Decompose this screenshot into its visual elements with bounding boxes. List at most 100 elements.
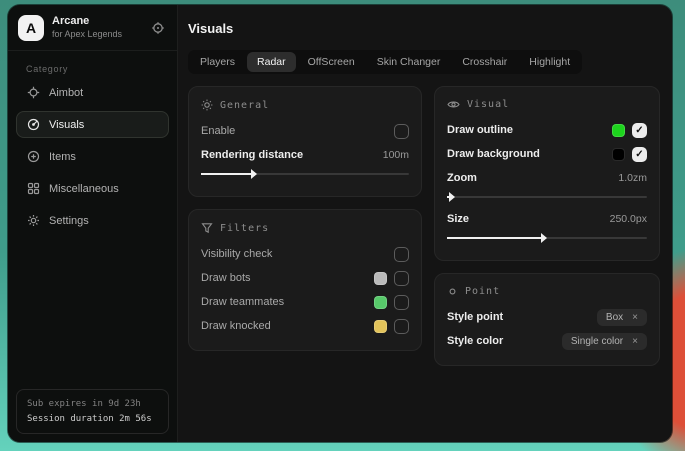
sidebar-item-label: Miscellaneous — [49, 183, 119, 195]
subscription-info-box: Sub expires in 9d 23h Session duration 2… — [16, 389, 169, 434]
zoom-slider[interactable] — [447, 191, 647, 203]
draw-teammates-row: Draw teammates — [201, 290, 409, 314]
general-card: General Enable Rendering distance 100m — [188, 86, 422, 197]
size-value: 250.0px — [610, 213, 647, 225]
point-card: Point Style point Box × Style color Sing… — [434, 273, 660, 366]
left-column: General Enable Rendering distance 100m — [188, 86, 422, 351]
point-card-header: Point — [447, 286, 647, 297]
visibility-check-row: Visibility check — [201, 242, 409, 266]
slider-thumb[interactable] — [447, 237, 541, 239]
draw-outline-checkbox[interactable]: ✓ — [632, 123, 647, 138]
draw-teammates-checkbox[interactable] — [394, 295, 409, 310]
app-subtitle: for Apex Legends — [52, 29, 122, 40]
clear-icon[interactable]: × — [632, 336, 638, 347]
visibility-check-label: Visibility check — [201, 248, 272, 260]
size-label: Size — [447, 213, 469, 225]
filters-card-title: Filters — [220, 223, 269, 234]
enable-checkbox[interactable] — [394, 124, 409, 139]
draw-knocked-row: Draw knocked — [201, 314, 409, 338]
slider-thumb[interactable] — [201, 173, 251, 175]
category-label: Category — [8, 51, 177, 79]
visual-card: Visual Draw outline ✓ Draw background — [434, 86, 660, 261]
rendering-distance-slider[interactable] — [201, 168, 409, 180]
style-point-label: Style point — [447, 311, 503, 323]
general-card-title: General — [220, 100, 269, 111]
sidebar-item-visuals[interactable]: Visuals — [16, 111, 169, 138]
draw-background-row: Draw background ✓ — [447, 142, 647, 166]
style-point-value: Box — [606, 312, 623, 323]
sidebar-item-settings[interactable]: Settings — [16, 207, 169, 234]
target-button[interactable] — [149, 19, 167, 37]
sub-expires-text: Sub expires in 9d 23h — [27, 397, 158, 411]
zoom-value: 1.0zm — [618, 172, 647, 184]
draw-bots-row: Draw bots — [201, 266, 409, 290]
tab-skin-changer[interactable]: Skin Changer — [367, 52, 451, 72]
tab-crosshair[interactable]: Crosshair — [452, 52, 517, 72]
check-icon: ✓ — [635, 149, 643, 160]
sidebar-item-miscellaneous[interactable]: Miscellaneous — [16, 175, 169, 202]
draw-outline-label: Draw outline — [447, 124, 513, 136]
check-icon: ✓ — [635, 125, 643, 136]
visual-card-title: Visual — [467, 99, 509, 110]
draw-knocked-color-swatch[interactable] — [374, 320, 387, 333]
rendering-distance-value: 100m — [383, 149, 409, 161]
draw-bots-color-swatch[interactable] — [374, 272, 387, 285]
crosshair-icon — [27, 86, 40, 99]
visibility-check-checkbox[interactable] — [394, 247, 409, 262]
draw-outline-color-swatch[interactable] — [612, 124, 625, 137]
enable-row: Enable — [201, 119, 409, 143]
sidebar-header: A Arcane for Apex Legends — [8, 5, 177, 51]
rendering-distance-row: Rendering distance 100m — [201, 143, 409, 167]
slider-thumb[interactable] — [447, 196, 449, 198]
slider-track — [447, 196, 647, 198]
tab-radar[interactable]: Radar — [247, 52, 296, 72]
size-row: Size 250.0px — [447, 207, 647, 231]
draw-teammates-label: Draw teammates — [201, 296, 284, 308]
rendering-distance-label: Rendering distance — [201, 149, 303, 161]
package-icon — [27, 150, 40, 163]
app-window: A Arcane for Apex Legends Category — [8, 5, 672, 442]
draw-knocked-label: Draw knocked — [201, 320, 271, 332]
page-title: Visuals — [188, 21, 660, 36]
sidebar-item-label: Visuals — [49, 119, 84, 131]
sidebar-nav: Aimbot Visuals — [8, 79, 177, 234]
grid-icon — [27, 182, 40, 195]
draw-teammates-color-swatch[interactable] — [374, 296, 387, 309]
size-slider[interactable] — [447, 232, 647, 244]
filters-card-header: Filters — [201, 222, 409, 234]
zoom-label: Zoom — [447, 172, 477, 184]
draw-knocked-checkbox[interactable] — [394, 319, 409, 334]
target-icon — [151, 21, 165, 35]
radar-icon — [27, 118, 40, 131]
clear-icon[interactable]: × — [632, 312, 638, 323]
style-point-select[interactable]: Box × — [597, 309, 647, 326]
zoom-row: Zoom 1.0zm — [447, 166, 647, 190]
sidebar: A Arcane for Apex Legends Category — [8, 5, 178, 442]
tab-players[interactable]: Players — [190, 52, 245, 72]
brand-text: Arcane for Apex Legends — [52, 15, 122, 40]
style-point-row: Style point Box × — [447, 305, 647, 329]
sidebar-item-aimbot[interactable]: Aimbot — [16, 79, 169, 106]
app-title: Arcane — [52, 15, 122, 29]
right-column: Visual Draw outline ✓ Draw background — [434, 86, 660, 366]
content-columns: General Enable Rendering distance 100m — [188, 86, 660, 366]
sidebar-item-items[interactable]: Items — [16, 143, 169, 170]
app-logo: A — [18, 15, 44, 41]
point-card-title: Point — [465, 286, 500, 297]
sidebar-item-label: Settings — [49, 215, 89, 227]
enable-label: Enable — [201, 125, 235, 137]
draw-background-checkbox[interactable]: ✓ — [632, 147, 647, 162]
tab-highlight[interactable]: Highlight — [519, 52, 580, 72]
draw-background-color-swatch[interactable] — [612, 148, 625, 161]
style-color-value: Single color — [571, 336, 623, 347]
style-color-select[interactable]: Single color × — [562, 333, 647, 350]
style-color-row: Style color Single color × — [447, 329, 647, 353]
draw-outline-row: Draw outline ✓ — [447, 118, 647, 142]
funnel-icon — [201, 222, 213, 234]
eye-icon — [447, 99, 460, 110]
gear-icon — [27, 214, 40, 227]
draw-bots-checkbox[interactable] — [394, 271, 409, 286]
tab-offscreen[interactable]: OffScreen — [298, 52, 365, 72]
general-card-header: General — [201, 99, 409, 111]
main-panel: Visuals Players Radar OffScreen Skin Cha… — [178, 5, 672, 442]
